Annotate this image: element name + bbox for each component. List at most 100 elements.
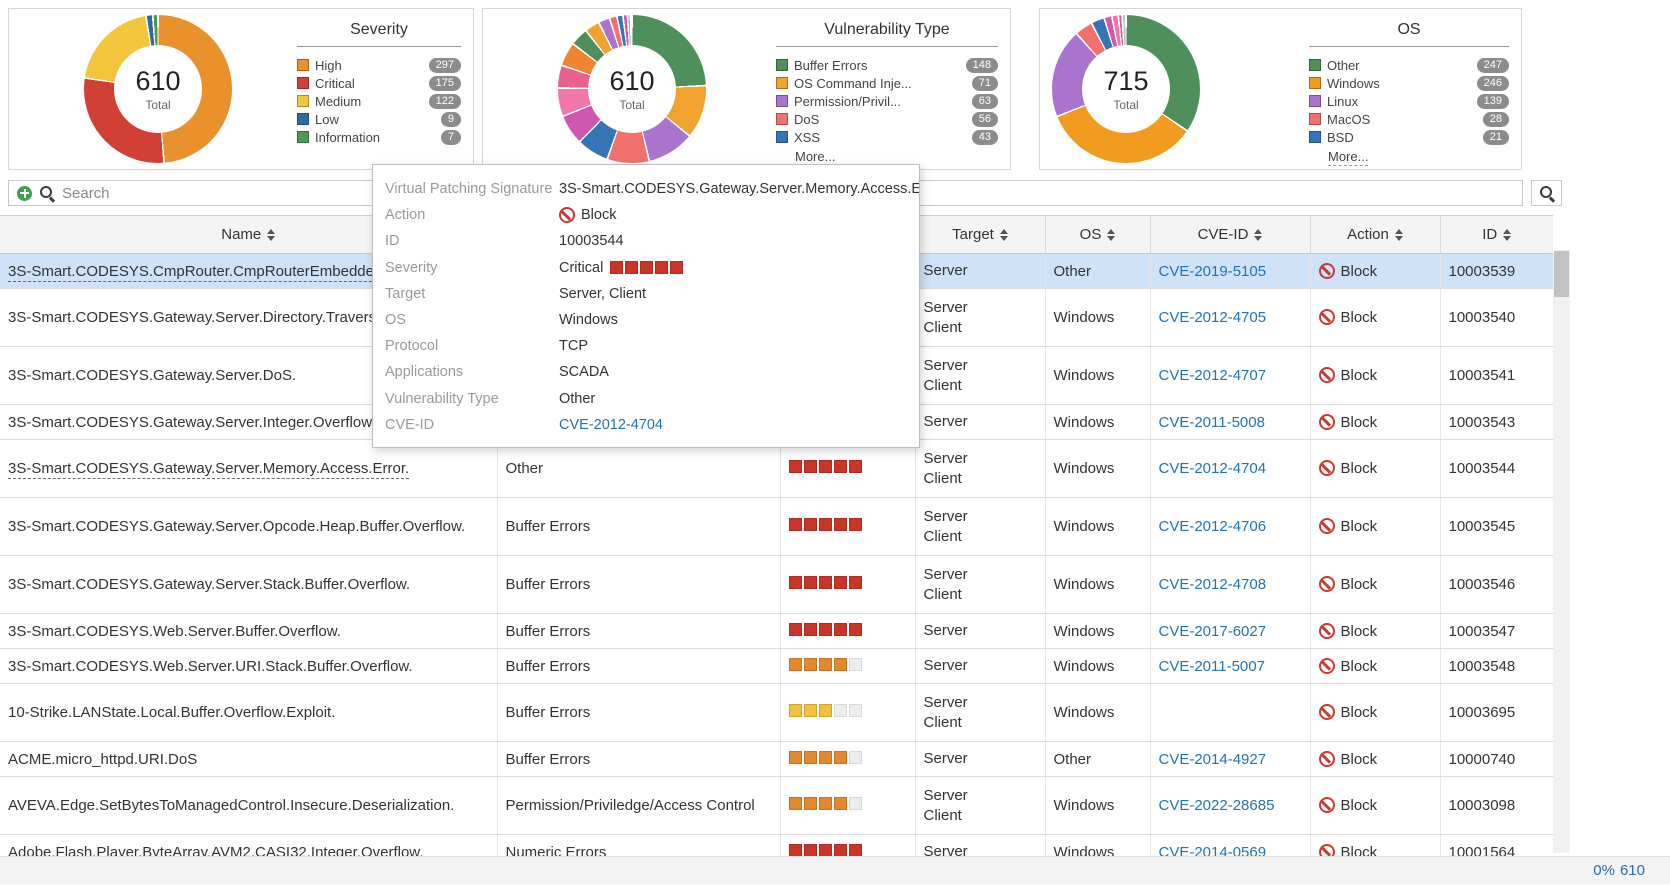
vulnerability-type-value: Other <box>506 460 544 477</box>
id-cell: 10003544 <box>1440 440 1553 498</box>
search-button[interactable] <box>1531 180 1562 206</box>
target-cell: ServerClient <box>915 440 1045 498</box>
legend-item[interactable]: Information7 <box>297 128 461 146</box>
signature-name[interactable]: 3S-Smart.CODESYS.Gateway.Server.Opcode.H… <box>8 518 465 535</box>
column-header-id[interactable]: ID <box>1440 216 1553 254</box>
legend-item[interactable]: Low9 <box>297 110 461 128</box>
legend-swatch <box>1309 59 1321 71</box>
donut-chart-vulnerability-type: 610Total <box>558 15 706 163</box>
severity-square <box>789 658 802 671</box>
vulnerability-type-cell: Buffer Errors <box>497 742 780 777</box>
cve-link[interactable]: CVE-2012-4705 <box>1159 309 1267 326</box>
legend-item[interactable]: OS Command Inje...71 <box>776 74 998 92</box>
id-cell: 10000740 <box>1440 742 1553 777</box>
os-cell: Windows <box>1045 289 1150 347</box>
table-row[interactable]: 3S-Smart.CODESYS.Gateway.Server.Opcode.H… <box>0 498 1553 556</box>
legend-item[interactable]: High297 <box>297 56 461 74</box>
table-row[interactable]: ACME.micro_httpd.URI.DoSBuffer ErrorsSer… <box>0 742 1553 777</box>
chart-title: Vulnerability Type <box>776 21 998 47</box>
os-cell: Windows <box>1045 405 1150 440</box>
signature-name[interactable]: 10-Strike.LANState.Local.Buffer.Overflow… <box>8 704 335 721</box>
cve-link[interactable]: CVE-2012-4704 <box>559 417 663 433</box>
legend-item[interactable]: XSS43 <box>776 128 998 146</box>
signature-name[interactable]: AVEVA.Edge.SetBytesToManagedControl.Inse… <box>8 797 454 814</box>
cve-link[interactable]: CVE-2011-5008 <box>1159 414 1265 431</box>
os-cell: Other <box>1045 742 1150 777</box>
legend-item[interactable]: Linux139 <box>1309 92 1509 110</box>
legend-count-badge: 9 <box>441 112 461 127</box>
table-row[interactable]: AVEVA.Edge.SetBytesToManagedControl.Inse… <box>0 777 1553 835</box>
cve-link[interactable]: CVE-2017-6027 <box>1159 623 1267 640</box>
table-row[interactable]: 3S-Smart.CODESYS.Gateway.Server.Stack.Bu… <box>0 556 1553 614</box>
severity-square <box>819 844 832 857</box>
scrollbar-thumb[interactable] <box>1554 251 1569 297</box>
legend-item[interactable]: Buffer Errors148 <box>776 56 998 74</box>
signature-name[interactable]: 3S-Smart.CODESYS.Gateway.Server.DoS. <box>8 367 296 384</box>
legend-item[interactable]: Permission/Privil...63 <box>776 92 998 110</box>
os-value: Windows <box>1054 576 1115 593</box>
severity-square <box>834 797 847 810</box>
signature-id: 10003539 <box>1449 263 1516 280</box>
table-row[interactable]: 3S-Smart.CODESYS.Web.Server.Buffer.Overf… <box>0 614 1553 649</box>
target-value: Server <box>924 412 1043 432</box>
signature-name[interactable]: 3S-Smart.CODESYS.Gateway.Server.Memory.A… <box>8 460 409 479</box>
vulnerability-type-cell: Buffer Errors <box>497 556 780 614</box>
cve-link[interactable]: CVE-2011-5007 <box>1159 658 1265 675</box>
signature-name[interactable]: 3S-Smart.CODESYS.Web.Server.Buffer.Overf… <box>8 623 341 640</box>
signature-name[interactable]: 3S-Smart.CODESYS.Gateway.Server.Integer.… <box>8 414 375 431</box>
legend-item[interactable]: Critical175 <box>297 74 461 92</box>
legend-count-badge: 43 <box>972 130 998 145</box>
signature-name[interactable]: 3S-Smart.CODESYS.CmpRouter.CmpRouterEmbe… <box>8 263 412 282</box>
signature-details-tooltip: Virtual Patching Signature3S-Smart.CODES… <box>372 164 920 448</box>
vertical-scrollbar[interactable] <box>1553 250 1570 853</box>
donut-chart-os: 715Total <box>1052 15 1200 163</box>
signature-name[interactable]: 3S-Smart.CODESYS.Web.Server.URI.Stack.Bu… <box>8 658 413 675</box>
tooltip-row: CVE-IDCVE-2012-4704 <box>385 412 911 438</box>
more-link[interactable]: More... <box>1328 148 1509 166</box>
severity-square <box>804 704 817 717</box>
cve-link[interactable]: CVE-2012-4708 <box>1159 576 1267 593</box>
cve-link[interactable]: CVE-2012-4704 <box>1159 460 1267 477</box>
cve-link[interactable]: CVE-2022-28685 <box>1159 797 1275 814</box>
signature-name[interactable]: 3S-Smart.CODESYS.Gateway.Server.Director… <box>8 309 392 326</box>
add-filter-icon[interactable] <box>17 186 32 201</box>
column-header-action[interactable]: Action <box>1310 216 1440 254</box>
tooltip-value-text: Server, Client <box>559 286 646 302</box>
table-row[interactable]: 3S-Smart.CODESYS.Gateway.Server.Memory.A… <box>0 440 1553 498</box>
target-value: Server <box>924 356 1043 376</box>
legend-item[interactable]: MacOS28 <box>1309 110 1509 128</box>
column-header-cve[interactable]: CVE-ID <box>1150 216 1310 254</box>
legend-item[interactable]: DoS56 <box>776 110 998 128</box>
cve-link[interactable]: CVE-2012-4707 <box>1159 367 1267 384</box>
legend-item[interactable]: Medium122 <box>297 92 461 110</box>
severity-square <box>849 844 862 857</box>
column-header-os[interactable]: OS <box>1045 216 1150 254</box>
cve-link[interactable]: CVE-2014-4927 <box>1159 751 1267 768</box>
cve-link[interactable]: CVE-2012-4706 <box>1159 518 1267 535</box>
vulnerability-type-cell: Buffer Errors <box>497 649 780 684</box>
column-header-label: CVE-ID <box>1198 226 1249 243</box>
chart-legend: OSOther247Windows246Linux139MacOS28BSD21… <box>1309 21 1509 166</box>
sort-icon <box>1254 229 1262 241</box>
tooltip-value-text: TCP <box>559 338 588 354</box>
sort-asc-arrow <box>1107 229 1115 234</box>
signature-name[interactable]: 3S-Smart.CODESYS.Gateway.Server.Stack.Bu… <box>8 576 410 593</box>
donut-chart-severity: 610Total <box>84 15 232 163</box>
cve-cell: CVE-2011-5008 <box>1150 405 1310 440</box>
cve-link[interactable]: CVE-2019-5105 <box>1159 263 1267 280</box>
target-cell: ServerClient <box>915 556 1045 614</box>
target-cell: ServerClient <box>915 684 1045 742</box>
signature-id: 10003544 <box>1449 460 1516 477</box>
legend-item[interactable]: BSD21 <box>1309 128 1509 146</box>
action-cell: Block <box>1310 405 1440 440</box>
table-row[interactable]: 10-Strike.LANState.Local.Buffer.Overflow… <box>0 684 1553 742</box>
column-header-target[interactable]: Target <box>915 216 1045 254</box>
legend-item[interactable]: Other247 <box>1309 56 1509 74</box>
legend-item[interactable]: Windows246 <box>1309 74 1509 92</box>
vulnerability-type-value: Permission/Priviledge/Access Control <box>506 797 755 814</box>
legend-swatch <box>297 77 309 89</box>
table-row[interactable]: 3S-Smart.CODESYS.Web.Server.URI.Stack.Bu… <box>0 649 1553 684</box>
signature-name[interactable]: ACME.micro_httpd.URI.DoS <box>8 751 197 768</box>
tooltip-value: TCP <box>559 338 588 354</box>
target-value: Server <box>924 449 1043 469</box>
